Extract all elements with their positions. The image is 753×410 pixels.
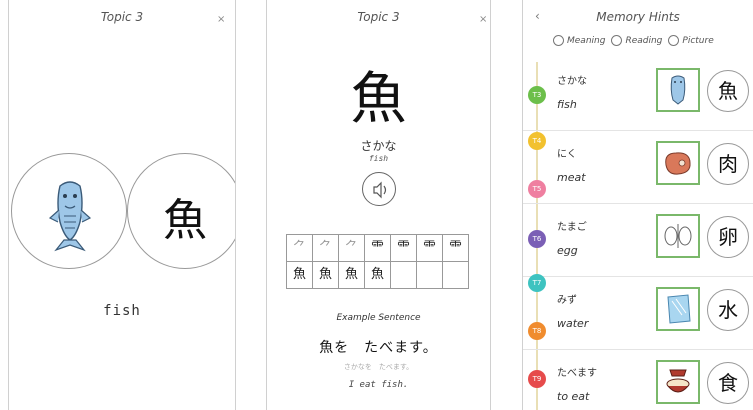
- hint-kanji[interactable]: 肉: [707, 143, 749, 185]
- kanji-character: 魚: [163, 195, 207, 246]
- stroke-cell: 魚: [287, 262, 313, 289]
- hint-picture[interactable]: [656, 214, 700, 258]
- panel-title: Topic 3: [357, 10, 400, 24]
- hint-english: egg: [557, 244, 578, 257]
- hint-kana: たべます: [557, 368, 597, 379]
- stroke-cell: ⺈: [287, 235, 313, 262]
- close-icon[interactable]: ×: [479, 14, 487, 25]
- kanji-large: 魚: [350, 67, 407, 132]
- fish-picture-card[interactable]: [11, 153, 127, 269]
- food-bowl-icon: [666, 369, 690, 393]
- checkbox-icon: [611, 35, 623, 46]
- stroke-cell: [391, 262, 417, 289]
- hint-kana: みず: [557, 295, 577, 306]
- topic-marker[interactable]: T9: [528, 370, 546, 388]
- topic-marker[interactable]: T8: [528, 322, 546, 340]
- hint-kana: たまご: [557, 222, 587, 233]
- fish-icon: [48, 181, 92, 252]
- hint-kana: にく: [557, 149, 577, 160]
- hint-picture[interactable]: [656, 287, 700, 331]
- close-icon[interactable]: ×: [217, 14, 225, 25]
- hint-picture[interactable]: [656, 360, 700, 404]
- hint-row: たまご egg 卵: [523, 204, 753, 277]
- hint-english: water: [557, 317, 589, 330]
- hint-row: にく meat 肉: [523, 131, 753, 204]
- hint-english: fish: [557, 98, 577, 111]
- hint-options: Meaning Reading Picture: [553, 35, 714, 46]
- hint-row: さかな fish 魚: [523, 58, 753, 131]
- hint-kanji[interactable]: 食: [707, 362, 749, 404]
- topic-card-panel: Topic 3 × 魚 fish: [8, 0, 236, 410]
- stroke-cell: 魚: [339, 262, 365, 289]
- checkbox-icon: [553, 35, 564, 46]
- topic-marker[interactable]: T4: [528, 132, 546, 150]
- topic-marker[interactable]: T5: [528, 180, 546, 198]
- hint-picture[interactable]: [656, 68, 700, 112]
- stroke-cell: 魚: [313, 262, 339, 289]
- kanji-detail-panel: Topic 3 × 魚 さかな fish ⺈⺈⺈⻗⻗⻗⻗魚魚魚魚 Example…: [266, 0, 491, 410]
- meat-icon: [665, 152, 691, 175]
- kanji-card[interactable]: 魚: [127, 153, 235, 269]
- hint-row: みず water 水: [523, 277, 753, 350]
- option-label: Reading: [625, 35, 663, 46]
- stroke-cell: ⺈: [339, 235, 365, 262]
- stroke-cell: ⻗: [391, 235, 417, 262]
- stroke-cell: ⻗: [443, 235, 469, 262]
- memory-hints-panel: ‹ Memory Hints Meaning Reading Picture さ…: [522, 0, 753, 410]
- kanji-reading: さかな: [360, 139, 397, 153]
- checkbox-icon: [668, 35, 680, 46]
- stroke-order-grid: ⺈⺈⺈⻗⻗⻗⻗魚魚魚魚: [286, 234, 469, 289]
- option-label: Picture: [682, 35, 714, 46]
- stroke-cell: 魚: [365, 262, 391, 289]
- egg-icon: [664, 224, 692, 248]
- play-sound-button[interactable]: [362, 172, 396, 206]
- panel-title: Topic 3: [100, 10, 144, 24]
- panel-title: Memory Hints: [596, 10, 680, 24]
- option-meaning[interactable]: Meaning: [553, 35, 605, 46]
- option-picture[interactable]: Picture: [668, 35, 714, 46]
- stroke-cell: ⻗: [417, 235, 443, 262]
- water-icon: [667, 294, 691, 324]
- example-translation: I eat fish.: [348, 380, 409, 390]
- example-sentence: 魚を たべます。: [319, 340, 438, 356]
- hint-english: to eat: [557, 390, 590, 403]
- stroke-cell: [443, 262, 469, 289]
- stroke-cell: ⺈: [313, 235, 339, 262]
- option-reading[interactable]: Reading: [611, 35, 662, 46]
- hint-picture[interactable]: [656, 141, 700, 185]
- hint-kanji[interactable]: 卵: [707, 216, 749, 258]
- option-label: Meaning: [567, 35, 606, 46]
- example-sentence-label: Example Sentence: [336, 313, 421, 323]
- hint-kana: さかな: [557, 76, 587, 87]
- hint-english: meat: [557, 171, 586, 184]
- meaning-text: fish: [103, 303, 141, 319]
- stroke-cell: ⻗: [365, 235, 391, 262]
- topic-marker[interactable]: T7: [528, 274, 546, 292]
- hint-kanji[interactable]: 水: [707, 289, 749, 331]
- topic-marker[interactable]: T6: [528, 230, 546, 248]
- kanji-meaning: fish: [368, 154, 389, 163]
- stroke-cell: [417, 262, 443, 289]
- example-sentence-kana: さかなを たべます。: [343, 363, 414, 371]
- fish-icon: [670, 75, 686, 105]
- speaker-icon: [373, 181, 387, 199]
- topic-marker[interactable]: T3: [528, 86, 546, 104]
- hint-kanji[interactable]: 魚: [707, 70, 749, 112]
- hint-row: たべます to eat 食: [523, 350, 753, 410]
